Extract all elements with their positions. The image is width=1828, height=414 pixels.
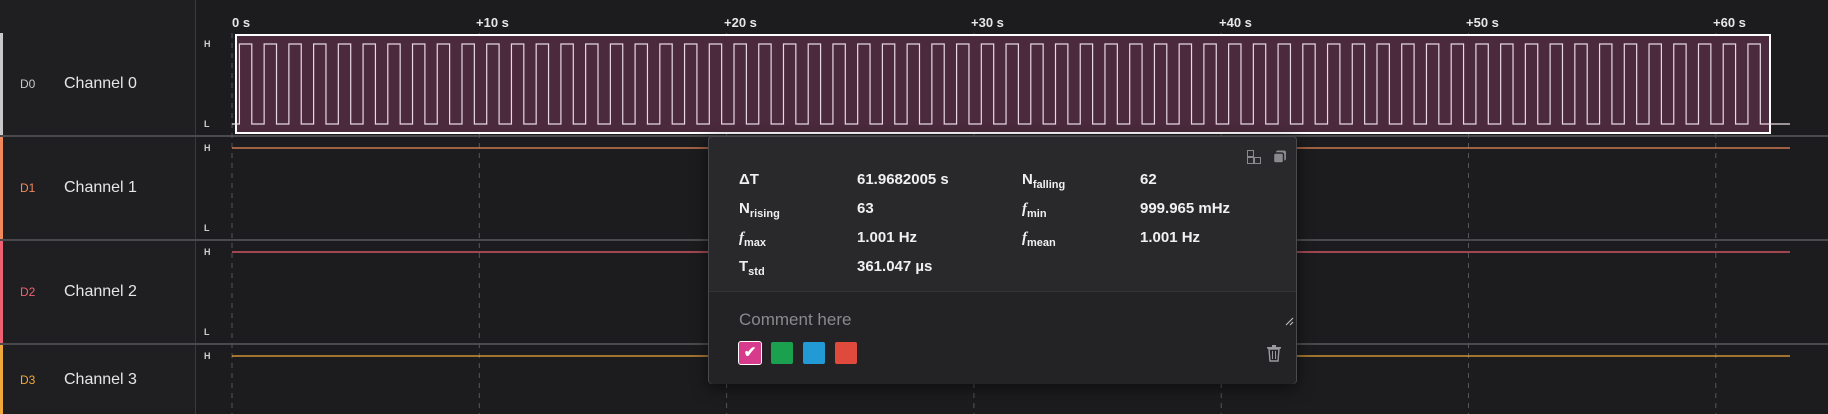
delta-t-value: 61.9682005 s	[857, 171, 949, 188]
t-std-value: 361.047 µs	[857, 258, 933, 275]
color-swatch[interactable]: ✔	[738, 341, 762, 365]
trash-icon[interactable]	[1266, 344, 1282, 367]
color-swatches: ✔	[738, 341, 857, 365]
f-mean-value: 1.001 Hz	[1140, 229, 1201, 246]
f-min-label: fmin	[1022, 201, 1047, 220]
expand-icon[interactable]	[1246, 149, 1262, 165]
check-icon: ✔	[743, 344, 757, 361]
f-mean-label: fmean	[1022, 230, 1056, 249]
color-swatch[interactable]	[835, 342, 857, 364]
n-rising-label: Nrising	[739, 200, 780, 220]
copy-icon[interactable]	[1272, 149, 1288, 165]
f-max-label: fmax	[739, 230, 767, 249]
resize-handle-icon[interactable]	[1284, 316, 1294, 326]
comment-input[interactable]	[739, 310, 1259, 330]
t-std-label: Tstd	[739, 258, 765, 278]
comment-section: ✔	[709, 291, 1296, 384]
f-max-value: 1.001 Hz	[857, 229, 918, 246]
f-min-value: 999.965 mHz	[1140, 200, 1231, 217]
delta-t-label: ΔT	[739, 171, 759, 188]
measurement-popup[interactable]: ΔT 61.9682005 s Nfalling 62 Nrising 63 f…	[708, 136, 1297, 384]
n-falling-value: 62	[1140, 171, 1157, 188]
color-swatch[interactable]	[771, 342, 793, 364]
color-swatch[interactable]	[803, 342, 825, 364]
selection-region[interactable]	[235, 34, 1771, 134]
n-falling-label: Nfalling	[1022, 171, 1066, 191]
n-rising-value: 63	[857, 200, 874, 217]
